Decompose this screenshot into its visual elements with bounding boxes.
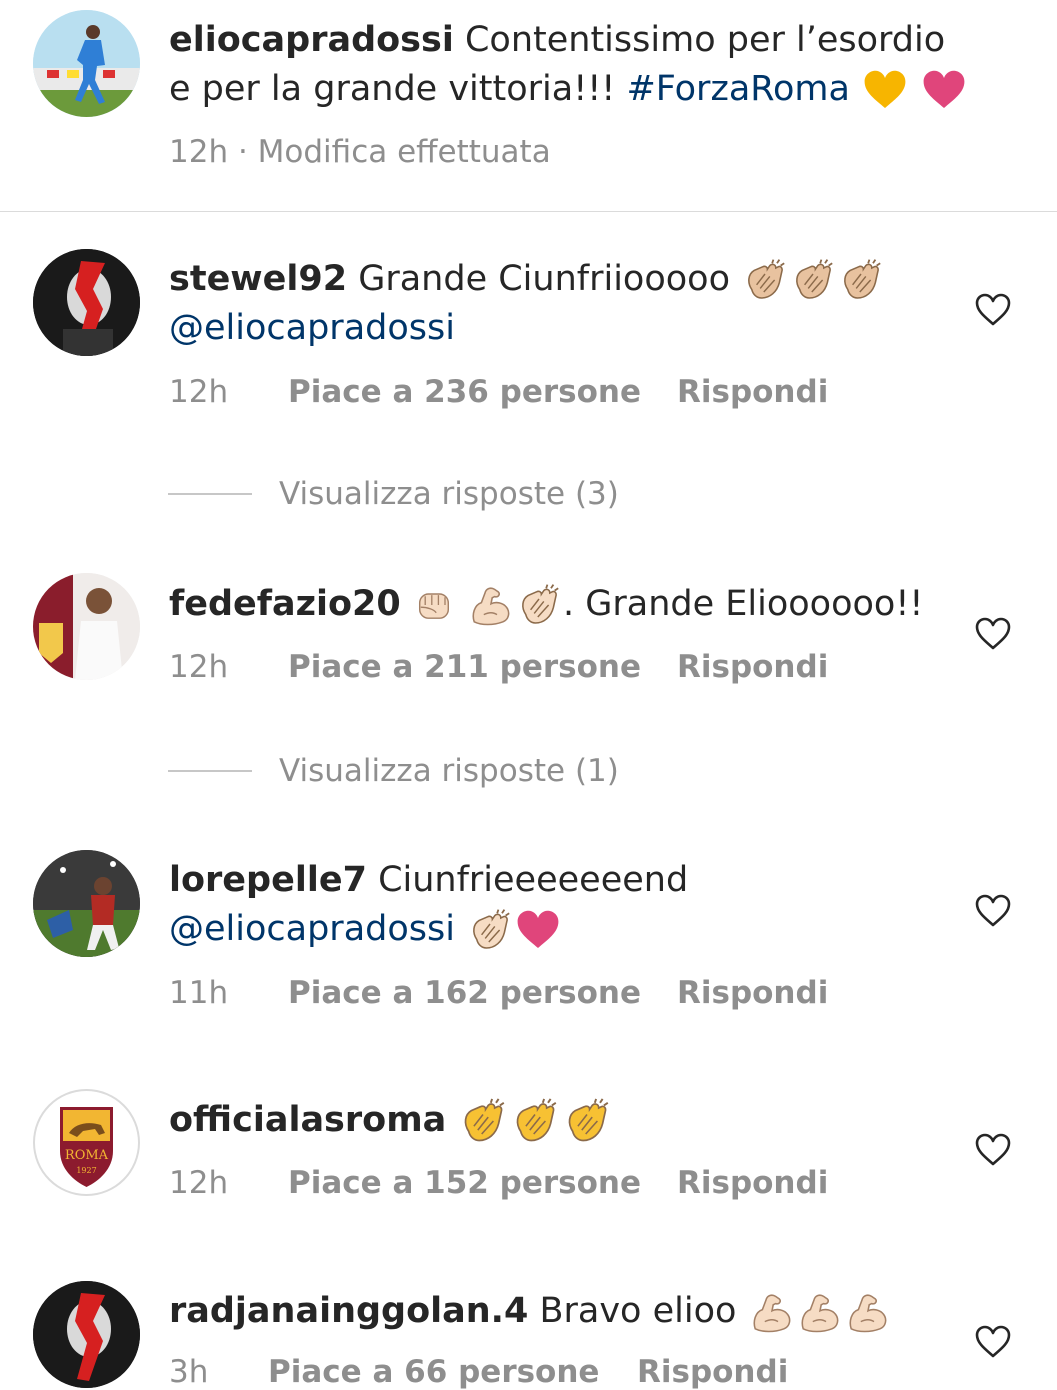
clapping-hands-icon	[509, 1095, 561, 1147]
avatar-image	[33, 1281, 140, 1388]
reply-button[interactable]: Rispondi	[677, 1165, 828, 1201]
clapping-hands-icon	[466, 906, 514, 954]
caption-line-1: eliocapradossi Contentissimo per l’esord…	[169, 16, 945, 65]
flexed-biceps-icon	[748, 1288, 796, 1336]
caption-divider	[0, 211, 1057, 212]
caption-text-1: Contentissimo per l’esordio	[464, 20, 946, 60]
crest-year: 1927	[76, 1166, 96, 1175]
clapping-hands-icon	[837, 256, 885, 304]
comment-time: 3h	[169, 1354, 209, 1390]
clapping-hands-icon	[741, 256, 789, 304]
comment-text: Bravo elioo	[539, 1291, 737, 1331]
comment-time: 12h	[169, 649, 229, 685]
comment-time: 11h	[169, 975, 229, 1011]
comment-text: Grande Ciunfriiooooo	[358, 259, 730, 299]
comment-3-line-1: lorepelle7 Ciunfrieeeeeeend	[169, 856, 688, 905]
likes-count-link[interactable]: Piace a 66 persone	[268, 1354, 599, 1390]
pink-heart-icon	[920, 66, 968, 114]
avatar-image	[33, 573, 140, 680]
likes-count-link[interactable]: Piace a 152 persone	[288, 1165, 641, 1201]
pink-heart-icon	[514, 906, 562, 954]
likes-count-link[interactable]: Piace a 162 persone	[288, 975, 641, 1011]
avatar-image	[33, 10, 140, 117]
flexed-biceps-icon	[844, 1288, 892, 1336]
caption-edited: · Modifica effettuata	[237, 134, 551, 170]
replies-line	[168, 770, 252, 772]
comment-username[interactable]: fedefazio20	[169, 584, 401, 624]
avatar-lorepelle7[interactable]	[33, 850, 140, 957]
comment-mention[interactable]: @eliocapradossi	[169, 304, 455, 353]
comment-4-line-1: officialasroma	[169, 1095, 613, 1147]
caption-username[interactable]: eliocapradossi	[169, 20, 454, 60]
caption-time: 12h	[169, 134, 229, 170]
like-heart-icon[interactable]	[973, 1130, 1013, 1170]
comment-5-line-1: radjanainggolan.4 Bravo elioo	[169, 1287, 892, 1336]
reply-button[interactable]: Rispondi	[677, 649, 828, 685]
comment-mention[interactable]: @eliocapradossi	[169, 909, 455, 949]
flexed-biceps-icon	[467, 581, 515, 629]
caption-text-2: e per la grande vittoria!!!	[169, 69, 616, 109]
yellow-heart-icon	[861, 66, 909, 114]
comment-time: 12h	[169, 1165, 229, 1201]
comment-3-line-2: @eliocapradossi	[169, 905, 562, 954]
as-roma-crest-icon: ROMA 1927	[60, 1107, 113, 1187]
comment-username[interactable]: lorepelle7	[169, 860, 367, 900]
clapping-hands-icon	[561, 1095, 613, 1147]
like-heart-icon[interactable]	[973, 290, 1013, 330]
comment-time: 12h	[169, 374, 229, 410]
fist-icon	[412, 583, 456, 627]
view-replies-button[interactable]: Visualizza risposte (3)	[279, 476, 619, 512]
likes-count-link[interactable]: Piace a 236 persone	[288, 374, 641, 410]
avatar-stewel92[interactable]	[33, 249, 140, 356]
reply-button[interactable]: Rispondi	[677, 975, 828, 1011]
reply-button[interactable]: Rispondi	[677, 374, 828, 410]
crest-text: ROMA	[65, 1148, 109, 1163]
avatar-officialasroma[interactable]: ROMA 1927	[33, 1089, 140, 1196]
comment-2-line-1: fedefazio20 . Grande Elioooooo!!	[169, 580, 923, 629]
avatar-fedefazio20[interactable]	[33, 573, 140, 680]
like-heart-icon[interactable]	[973, 614, 1013, 654]
comment-username[interactable]: stewel92	[169, 259, 347, 299]
avatar-image	[33, 850, 140, 957]
comment-text: . Grande Elioooooo!!	[563, 584, 924, 624]
comment-username[interactable]: officialasroma	[169, 1100, 446, 1140]
likes-count-link[interactable]: Piace a 211 persone	[288, 649, 641, 685]
clapping-hands-icon	[515, 581, 563, 629]
caption-meta: 12h · Modifica effettuata	[169, 134, 551, 170]
clapping-hands-icon	[457, 1095, 509, 1147]
hashtag-link[interactable]: #ForzaRoma	[626, 69, 850, 109]
clapping-hands-icon	[789, 256, 837, 304]
like-heart-icon[interactable]	[973, 1322, 1013, 1362]
reply-button[interactable]: Rispondi	[637, 1354, 788, 1390]
replies-line	[168, 493, 252, 495]
flexed-biceps-icon	[796, 1288, 844, 1336]
caption-line-2: e per la grande vittoria!!! #ForzaRoma	[169, 65, 968, 114]
avatar-eliocapradossi[interactable]	[33, 10, 140, 117]
avatar-radjanainggolan[interactable]	[33, 1281, 140, 1388]
comment-username[interactable]: radjanainggolan.4	[169, 1291, 528, 1331]
comment-text: Ciunfrieeeeeeend	[378, 860, 689, 900]
comment-1-line-1: stewel92 Grande Ciunfriiooooo	[169, 255, 885, 304]
like-heart-icon[interactable]	[973, 891, 1013, 931]
avatar-image	[33, 249, 140, 356]
view-replies-button[interactable]: Visualizza risposte (1)	[279, 753, 619, 789]
